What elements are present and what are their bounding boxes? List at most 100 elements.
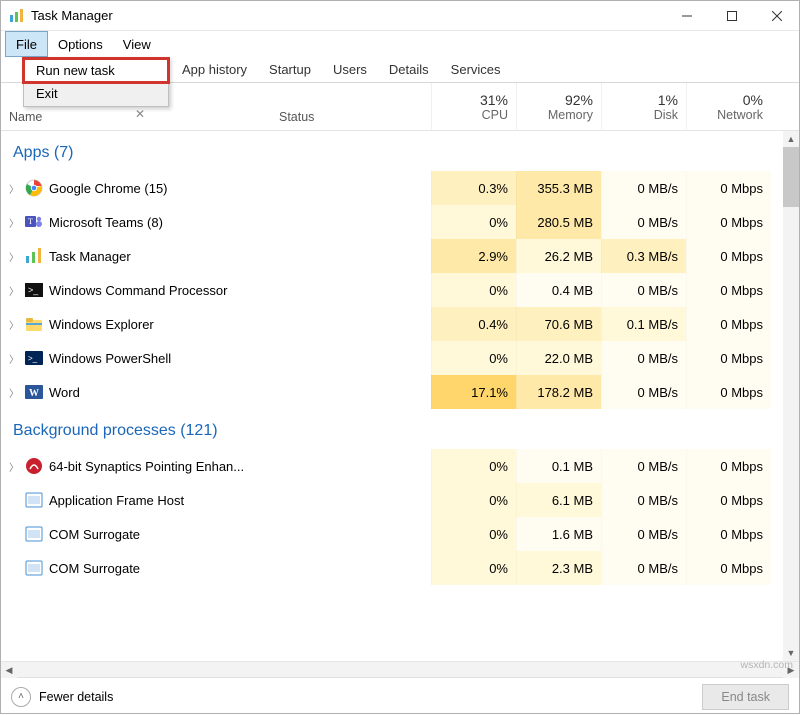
cell-status [271,205,431,239]
chevron-up-icon[interactable]: ˄ [11,687,31,707]
minimize-button[interactable] [664,1,709,31]
process-name: Google Chrome (15) [49,181,168,196]
process-name: Word [49,385,80,400]
process-name: 64-bit Synaptics Pointing Enhan... [49,459,244,474]
cell-disk: 0.3 MB/s [601,239,686,273]
table-row[interactable]: 〉Windows Explorer0.4%70.6 MB0.1 MB/s0 Mb… [1,307,799,341]
process-icon [25,315,43,333]
menu-options[interactable]: Options [48,31,113,57]
tab-startup[interactable]: Startup [258,57,322,82]
process-icon: >_ [25,349,43,367]
table-row[interactable]: 〉WWord17.1%178.2 MB0 MB/s0 Mbps [1,375,799,409]
scroll-up-icon[interactable]: ▲ [783,131,799,147]
col-net-pct: 0% [743,92,763,108]
menu-file[interactable]: File [5,31,48,57]
fewer-details-link[interactable]: Fewer details [39,690,113,704]
cell-memory: 70.6 MB [516,307,601,341]
cell-memory: 0.1 MB [516,449,601,483]
cell-disk: 0 MB/s [601,375,686,409]
process-icon [25,491,43,509]
process-icon: W [25,383,43,401]
table-row[interactable]: 〉 64-bit Synaptics Pointing Enhan... 0%0.1… [1,449,799,483]
menu-view[interactable]: View [113,31,161,57]
col-disk-pct: 1% [658,92,678,108]
process-icon: T [25,213,43,231]
table-row[interactable]: 〉>_Windows PowerShell0%22.0 MB0 MB/s0 Mb… [1,341,799,375]
chevron-right-icon[interactable]: 〉 [9,385,19,400]
cell-memory: 178.2 MB [516,375,601,409]
chevron-right-icon[interactable]: 〉 [9,317,19,332]
process-icon [25,247,43,265]
table-row[interactable]: Application Frame Host0%6.1 MB0 MB/s0 Mb… [1,483,799,517]
cell-network: 0 Mbps [686,517,771,551]
cell-status [271,307,431,341]
table-row[interactable]: COM Surrogate0%2.3 MB0 MB/s0 Mbps [1,551,799,585]
col-status[interactable]: Status [271,83,431,130]
table-row[interactable]: 〉Google Chrome (15)0.3%355.3 MB0 MB/s0 M… [1,171,799,205]
titlebar: Task Manager [1,1,799,31]
cell-cpu: 0% [431,449,516,483]
menubar: File Options View [1,31,799,57]
tab-details[interactable]: Details [378,57,440,82]
tab-services[interactable]: Services [440,57,512,82]
cell-status [271,483,431,517]
col-disk-label: Disk [654,108,678,122]
cell-status [271,171,431,205]
table-row[interactable]: 〉>_Windows Command Processor0%0.4 MB0 MB… [1,273,799,307]
scroll-thumb[interactable] [783,147,799,207]
menu-exit[interactable]: Exit [24,82,168,105]
cell-status [271,341,431,375]
cell-cpu: 0.4% [431,307,516,341]
cell-status [271,517,431,551]
chevron-right-icon[interactable]: 〉 [9,215,19,230]
cell-disk: 0 MB/s [601,551,686,585]
cell-disk: 0 MB/s [601,483,686,517]
process-icon: >_ [25,281,43,299]
menu-run-new-task[interactable]: Run new task [22,57,170,84]
cell-cpu: 17.1% [431,375,516,409]
chevron-right-icon[interactable]: 〉 [9,249,19,264]
cell-network: 0 Mbps [686,171,771,205]
chevron-right-icon[interactable]: 〉 [9,351,19,366]
scroll-left-icon[interactable]: ◀ [1,662,17,678]
chevron-right-icon[interactable]: 〉 [9,283,19,298]
col-cpu[interactable]: 31% CPU [431,83,516,130]
cell-memory: 6.1 MB [516,483,601,517]
col-cpu-label: CPU [482,108,508,122]
cell-status [271,239,431,273]
close-button[interactable] [754,1,799,31]
scrollbar-vertical[interactable]: ▲ ▼ [783,131,799,661]
process-name: Windows Explorer [49,317,154,332]
col-memory[interactable]: 92% Memory [516,83,601,130]
table-row[interactable]: 〉TMicrosoft Teams (8)0%280.5 MB0 MB/s0 M… [1,205,799,239]
tab-app-history[interactable]: App history [171,57,258,82]
end-task-button[interactable]: End task [702,684,789,710]
cell-name: 〉 W Word [1,375,271,409]
clear-search-icon[interactable]: ✕ [135,107,145,121]
col-network[interactable]: 0% Network [686,83,771,130]
cell-status [271,449,431,483]
cell-network: 0 Mbps [686,551,771,585]
cell-disk: 0 MB/s [601,449,686,483]
cell-cpu: 0% [431,205,516,239]
table-row[interactable]: COM Surrogate0%1.6 MB0 MB/s0 Mbps [1,517,799,551]
maximize-button[interactable] [709,1,754,31]
chevron-right-icon[interactable]: 〉 [9,181,19,196]
cell-network: 0 Mbps [686,307,771,341]
cell-cpu: 0% [431,551,516,585]
table-row[interactable]: 〉Task Manager2.9%26.2 MB0.3 MB/s0 Mbps [1,239,799,273]
cell-status [271,273,431,307]
process-list: Apps (7) 〉Google Chrome (15)0.3%355.3 MB… [1,131,799,661]
app-icon [9,8,25,24]
group-background[interactable]: Background processes (121) [1,409,799,449]
window-title: Task Manager [31,8,113,23]
process-name: COM Surrogate [49,561,140,576]
col-disk[interactable]: 1% Disk [601,83,686,130]
group-apps[interactable]: Apps (7) [1,131,799,171]
process-icon [25,179,43,197]
cell-cpu: 0% [431,273,516,307]
cell-network: 0 Mbps [686,239,771,273]
tab-users[interactable]: Users [322,57,378,82]
chevron-right-icon[interactable]: 〉 [9,459,19,474]
scrollbar-horizontal[interactable]: ◀ ▶ [1,661,799,677]
